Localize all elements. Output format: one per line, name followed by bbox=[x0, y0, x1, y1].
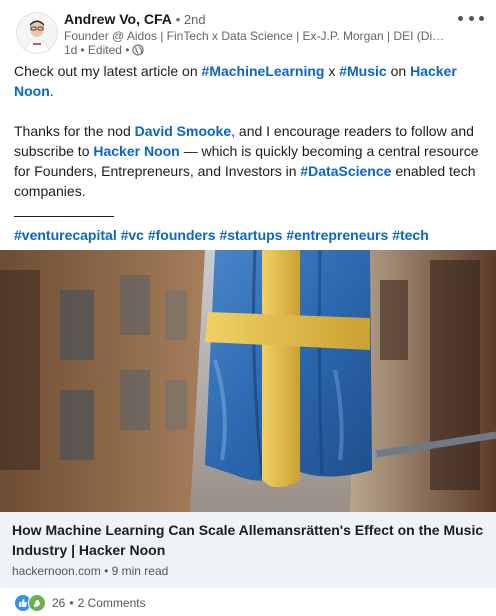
post-paragraph-2: Thanks for the nod David Smooke, and I e… bbox=[14, 123, 479, 199]
hacker-noon-mention[interactable]: Hacker Noon bbox=[93, 143, 179, 159]
article-read-time: • 9 min read bbox=[104, 564, 169, 578]
article-domain: hackernoon.com bbox=[12, 564, 101, 578]
hashtag[interactable]: #venturecapital bbox=[14, 227, 117, 243]
hashtag-data-science[interactable]: #DataScience bbox=[300, 163, 391, 179]
more-options-icon[interactable] bbox=[458, 10, 484, 26]
post-time: 1d bbox=[64, 43, 78, 57]
hashtag[interactable]: #tech bbox=[392, 227, 429, 243]
hashtag[interactable]: #startups bbox=[219, 227, 282, 243]
hashtag[interactable]: #entrepreneurs bbox=[286, 227, 388, 243]
post-text: Check out my latest article on #MachineL… bbox=[14, 60, 484, 265]
hashtag[interactable]: #vc bbox=[121, 227, 144, 243]
social-counts: 26 • 2 Comments bbox=[14, 594, 146, 612]
author-name[interactable]: Andrew Vo, CFA bbox=[64, 11, 172, 27]
comments-count[interactable]: 2 Comments bbox=[78, 596, 146, 610]
author-headline: Founder @ Aidos | FinTech x Data Science… bbox=[64, 29, 448, 43]
article-title[interactable]: How Machine Learning Can Scale Allemansr… bbox=[12, 520, 484, 560]
mention-david-smooke[interactable]: David Smooke bbox=[135, 123, 231, 139]
hashtag[interactable]: #founders bbox=[148, 227, 216, 243]
text-divider bbox=[14, 216, 114, 217]
feed-post: Andrew Vo, CFA • 2nd Founder @ Aidos | F… bbox=[0, 0, 496, 616]
edited-label: • Edited • bbox=[80, 43, 130, 57]
connection-degree: • 2nd bbox=[175, 12, 206, 27]
author-avatar[interactable] bbox=[16, 12, 58, 54]
post-paragraph-1: Check out my latest article on #MachineL… bbox=[14, 63, 457, 99]
article-image[interactable] bbox=[0, 250, 496, 512]
hashtag-music[interactable]: #Music bbox=[339, 63, 386, 79]
article-link-card[interactable]: How Machine Learning Can Scale Allemansr… bbox=[0, 512, 496, 588]
author-line: Andrew Vo, CFA • 2nd bbox=[64, 11, 206, 27]
article-source: hackernoon.com • 9 min read bbox=[12, 564, 168, 578]
post-header: Andrew Vo, CFA • 2nd Founder @ Aidos | F… bbox=[0, 0, 496, 60]
reaction-count[interactable]: 26 bbox=[52, 596, 65, 610]
hashtag-machine-learning[interactable]: #MachineLearning bbox=[202, 63, 325, 79]
post-meta: 1d • Edited • bbox=[64, 43, 145, 57]
celebrate-reaction-icon bbox=[28, 594, 46, 612]
globe-icon bbox=[132, 44, 145, 56]
separator: • bbox=[69, 596, 74, 610]
reactions[interactable] bbox=[14, 594, 46, 612]
